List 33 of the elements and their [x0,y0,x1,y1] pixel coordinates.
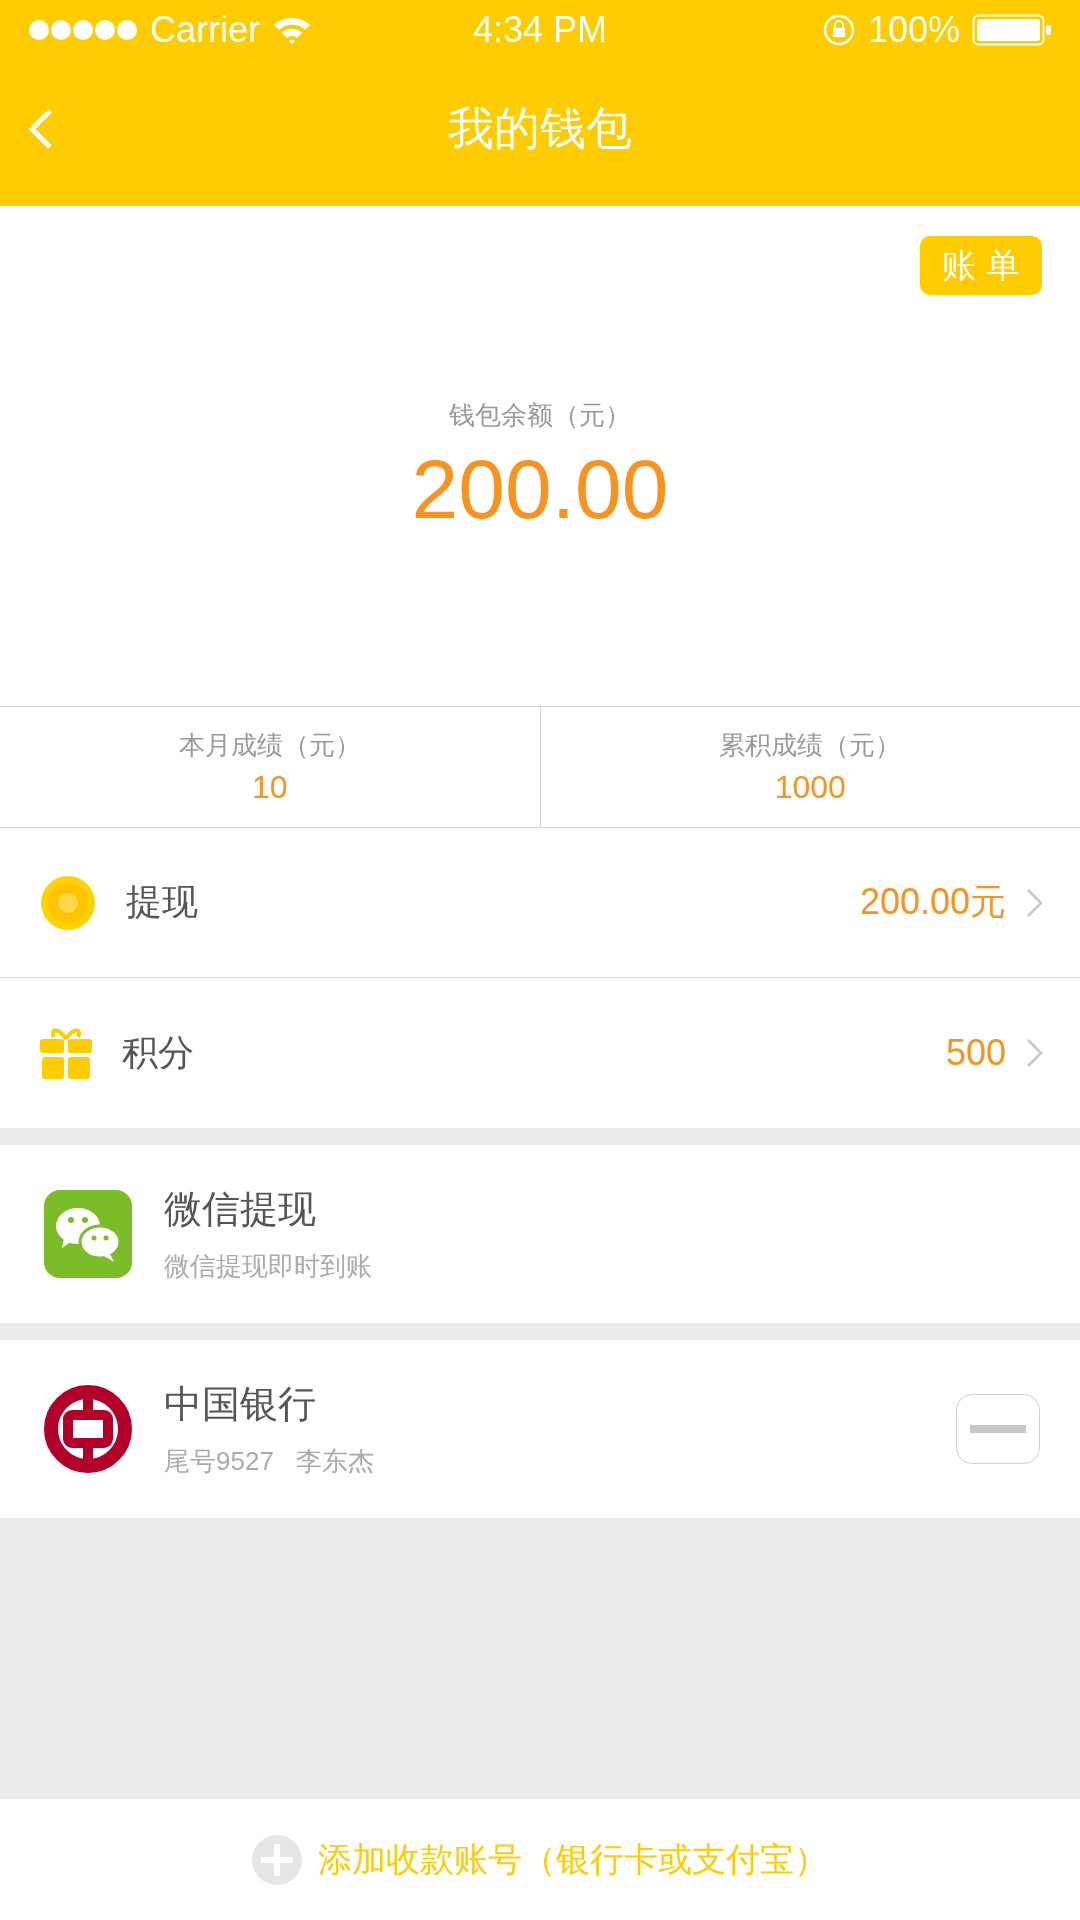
menu-value: 500 [945,1032,1006,1074]
bank-logo-icon [44,1385,132,1473]
account-detail: 尾号9527 李东杰 [164,1445,375,1478]
battery-percent: 100% [867,9,960,51]
menu-label: 提现 [126,880,199,924]
status-time: 4:34 PM [472,9,608,51]
coin-icon [40,874,96,931]
account-row[interactable]: 微信提现 微信提现即时到账 [0,1145,1080,1323]
stat-value: 10 [251,769,288,806]
chevron-right-icon [1026,1038,1044,1068]
signal-icon [28,19,138,41]
stat-label: 本月成绩（元） [178,729,361,762]
stat-value: 1000 [774,769,846,806]
balance-label: 钱包余额（元） [449,399,631,432]
balance-amount: 200.00 [411,441,669,538]
stat-label: 累积成绩（元） [719,729,902,762]
account-name: 微信提现 [164,1187,317,1232]
carrier-name: Carrier [150,9,260,51]
account-detail: 微信提现即时到账 [164,1250,373,1283]
menu-row[interactable]: 提现 200.00元 [0,828,1080,978]
menu-row[interactable]: 积分 500 [0,978,1080,1128]
battery-icon [972,14,1052,46]
chevron-right-icon [1026,887,1044,918]
rotation-lock-icon [821,13,856,47]
plus-icon [252,1834,302,1885]
menu-label: 积分 [122,1030,195,1075]
wifi-icon [272,15,312,45]
account-row[interactable]: 中国银行 尾号9527 李东杰 [0,1340,1080,1518]
chat-bubbles-icon [44,1190,132,1278]
menu-value: 200.00元 [859,880,1006,924]
remove-button[interactable] [956,1394,1040,1464]
page-title: 我的钱包 [448,101,632,156]
account-name: 中国银行 [164,1382,317,1427]
